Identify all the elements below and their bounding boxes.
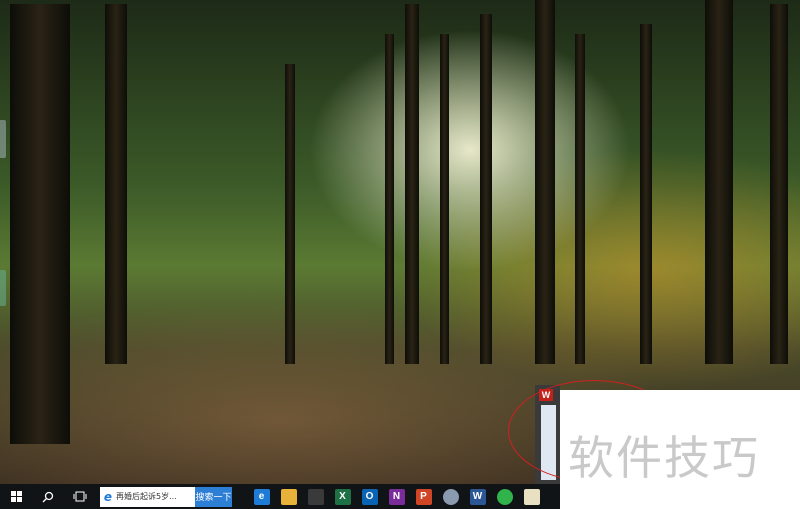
notepad-icon (523, 488, 540, 505)
tree-trunk (385, 34, 394, 364)
search-box-text: 再婚后起诉5岁... (116, 492, 177, 501)
tree-trunk (440, 34, 449, 364)
onenote-icon: N (388, 488, 405, 505)
taskbar-app-button[interactable] (437, 484, 464, 509)
paint-icon (442, 488, 459, 505)
taskbar-app-button[interactable]: W (464, 484, 491, 509)
tree-trunk (575, 34, 585, 364)
outlook-icon: O (361, 488, 378, 505)
watermark-text: 软件技巧 (568, 431, 760, 485)
word-icon: W (469, 488, 486, 505)
task-view-icon (73, 491, 87, 502)
tree-trunk (480, 14, 492, 364)
windows-logo-icon (10, 491, 22, 502)
powerpoint-icon: P (415, 488, 432, 505)
tree-trunk (285, 64, 295, 364)
tree-trunk (640, 24, 652, 364)
taskbar-app-button[interactable]: O (356, 484, 383, 509)
edge-icon: e (253, 488, 270, 505)
taskbar-app-button[interactable]: P (410, 484, 437, 509)
taskbar-app-button[interactable] (302, 484, 329, 509)
browser-search-box[interactable]: e 再婚后起诉5岁... (100, 486, 195, 507)
task-view-button[interactable] (64, 484, 96, 509)
taskbar-app-button[interactable]: N (383, 484, 410, 509)
search-icon (42, 491, 54, 502)
ie-icon: e (103, 489, 113, 504)
taskbar-app-button[interactable] (275, 484, 302, 509)
tree-trunk (535, 0, 555, 364)
excel-icon: X (334, 488, 351, 505)
search-submit-button[interactable]: 搜索一下 (195, 486, 232, 507)
watermark-panel: 软件技巧 (560, 390, 800, 509)
edge-handle[interactable] (0, 120, 6, 158)
start-button[interactable] (0, 484, 32, 509)
tree-trunk (105, 4, 127, 364)
taskbar-app-button[interactable] (491, 484, 518, 509)
search-button[interactable] (32, 484, 64, 509)
tree-trunk (10, 4, 70, 444)
tree-trunk (770, 4, 788, 364)
tree-trunk (705, 0, 733, 364)
tree-trunk (405, 4, 419, 364)
green-app-icon (496, 488, 513, 505)
taskbar: e 再婚后起诉5岁... 搜索一下 e XONP W (0, 484, 560, 509)
taskbar-app-button[interactable]: e (248, 484, 275, 509)
store-icon (307, 488, 324, 505)
taskbar-app-button[interactable]: X (329, 484, 356, 509)
file-explorer-icon (280, 488, 297, 505)
edge-handle[interactable] (0, 270, 6, 306)
taskbar-app-button[interactable] (518, 484, 545, 509)
